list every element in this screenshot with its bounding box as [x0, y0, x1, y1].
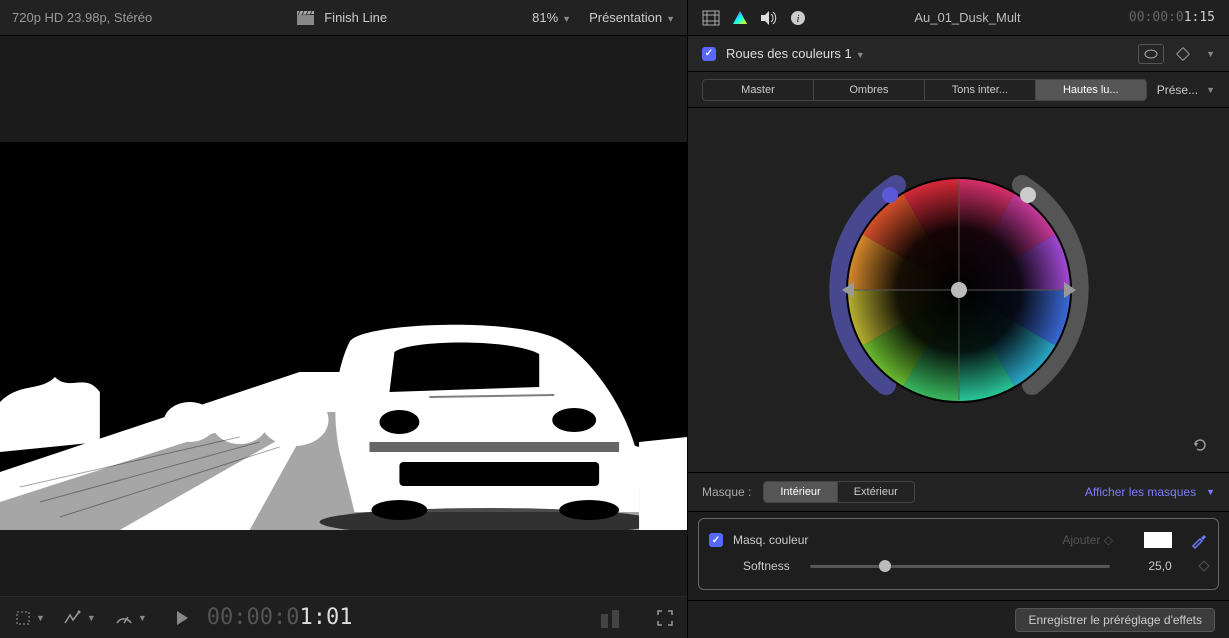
crop-tool-menu[interactable]: ▼	[14, 609, 45, 627]
clapper-icon	[297, 11, 314, 25]
add-mask-menu[interactable]: Ajouter ◇	[1062, 533, 1110, 547]
mask-label: Masque :	[702, 485, 751, 499]
mask-shape-button[interactable]	[1138, 44, 1164, 64]
viewer-format-info: 720p HD 23.98p, Stéréo	[12, 10, 152, 25]
color-mask-panel: ✓ Masq. couleur Ajouter ◇ Softness	[698, 518, 1219, 590]
mask-interior-button[interactable]: Intérieur	[764, 482, 837, 502]
mask-exterior-button[interactable]: Extérieur	[838, 482, 914, 502]
speed-tool-menu[interactable]: ▼	[114, 609, 147, 627]
tone-range-tabs[interactable]: Master Ombres Tons inter... Hautes lu...	[702, 79, 1147, 101]
color-swatch[interactable]	[1144, 532, 1172, 548]
softness-label: Softness	[743, 559, 790, 573]
reset-icon[interactable]	[1191, 436, 1209, 454]
chevron-down-icon: ▼	[138, 613, 147, 623]
inspector-timecode: 00:00:01:15	[1129, 10, 1215, 25]
audio-meters	[601, 608, 619, 628]
chevron-down-icon: ▼	[856, 50, 865, 60]
color-mask-label: Masq. couleur	[733, 533, 808, 547]
viewer-zoom-menu[interactable]: 81%▼	[532, 10, 571, 25]
inspector-clip-name: Au_01_Dusk_Mult	[818, 10, 1117, 25]
chevron-down-icon: ▼	[36, 613, 45, 623]
keyframe-diamond-icon[interactable]	[1178, 49, 1188, 59]
effect-enable-checkbox[interactable]: ✓	[702, 47, 716, 61]
chevron-down-icon[interactable]: ▼	[1206, 49, 1215, 59]
fullscreen-button[interactable]	[657, 610, 673, 626]
retime-tool-menu[interactable]: ▼	[63, 609, 96, 627]
chevron-down-icon: ▼	[562, 14, 571, 24]
tab-highlights[interactable]: Hautes lu...	[1036, 80, 1146, 100]
softness-slider[interactable]	[810, 556, 1110, 576]
chevron-down-icon: ▼	[666, 14, 675, 24]
color-inspector-icon[interactable]	[732, 10, 748, 26]
video-inspector-icon[interactable]	[702, 10, 720, 26]
preset-menu[interactable]: Prése...▼	[1157, 83, 1215, 97]
info-inspector-icon[interactable]: i	[790, 10, 806, 26]
viewer-clip-title: Finish Line	[324, 10, 387, 25]
svg-text:i: i	[796, 13, 799, 25]
color-mask-enable-checkbox[interactable]: ✓	[709, 533, 723, 547]
chevron-down-icon: ▼	[1206, 85, 1215, 95]
tab-midtones[interactable]: Tons inter...	[925, 80, 1036, 100]
effect-name-menu[interactable]: Roues des couleurs 1▼	[726, 46, 865, 61]
viewer-timecode[interactable]: 00:00:01:01	[207, 605, 353, 630]
audio-inspector-icon[interactable]	[760, 10, 778, 26]
eyedropper-icon[interactable]	[1190, 531, 1208, 549]
chevron-down-icon: ▼	[87, 613, 96, 623]
tab-master[interactable]: Master	[703, 80, 814, 100]
color-wheel-control[interactable]	[814, 145, 1104, 435]
play-button[interactable]	[175, 610, 189, 626]
show-masks-menu[interactable]: Afficher les masques ▼	[1085, 485, 1215, 499]
viewer-view-menu[interactable]: Présentation▼	[589, 10, 675, 25]
softness-value[interactable]: 25,0	[1130, 559, 1190, 573]
tab-shadows[interactable]: Ombres	[814, 80, 925, 100]
keyframe-diamond-icon[interactable]	[1200, 562, 1208, 570]
mask-interior-exterior-toggle[interactable]: Intérieur Extérieur	[763, 481, 914, 503]
chevron-down-icon: ▼	[1206, 487, 1215, 497]
viewer-canvas[interactable]	[0, 36, 687, 596]
save-effect-preset-button[interactable]: Enregistrer le préréglage d'effets	[1015, 608, 1215, 632]
